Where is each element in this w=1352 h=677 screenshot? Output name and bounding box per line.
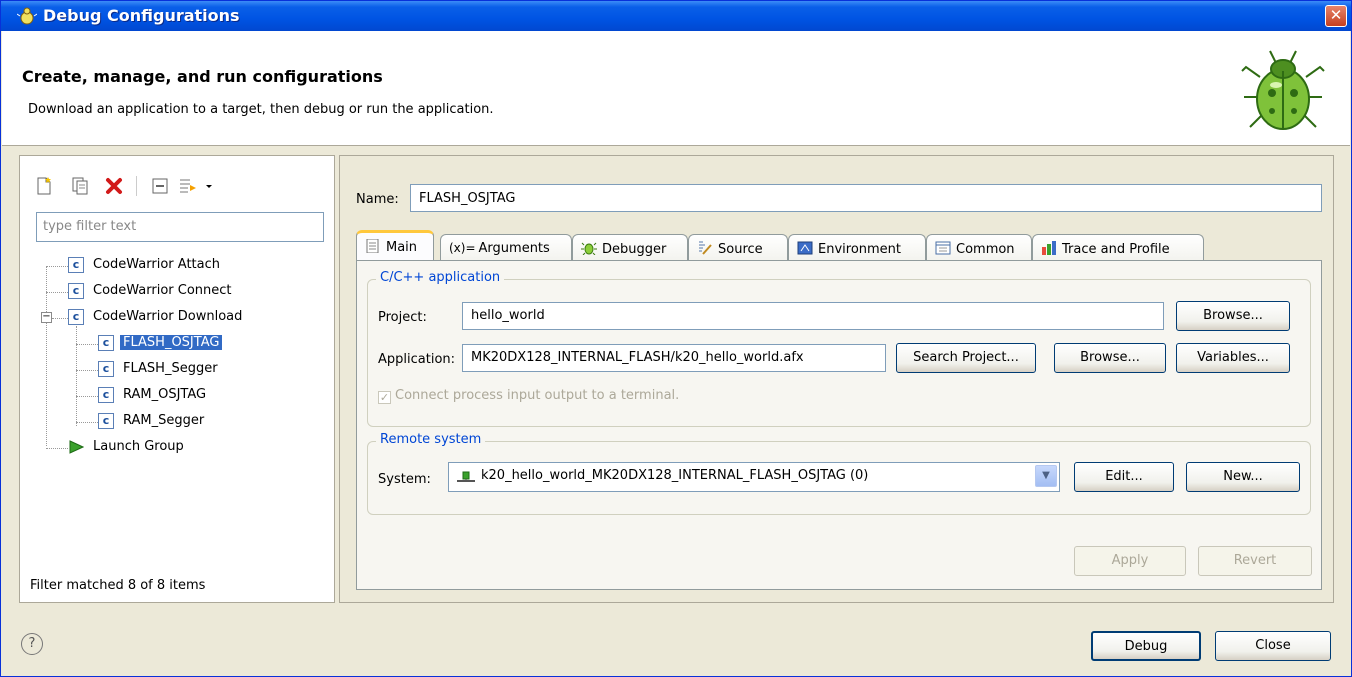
debug-button[interactable]: Debug — [1091, 631, 1201, 661]
tab-label: Arguments — [478, 241, 550, 256]
debugger-tab-icon — [581, 242, 597, 255]
header-subtitle: Download an application to a target, the… — [28, 102, 494, 117]
tab-debugger[interactable]: Debugger — [572, 234, 688, 261]
tab-label: Environment — [818, 242, 902, 257]
tree-connector — [76, 370, 98, 371]
c-cpp-application-group: C/C++ application Project: hello_world B… — [367, 270, 1311, 427]
name-input[interactable]: FLASH_OSJTAG — [410, 184, 1322, 212]
configuration-list-panel: type filter text c CodeWarrior Attach c … — [19, 155, 335, 603]
environment-tab-icon — [797, 241, 813, 255]
tree-connector — [46, 266, 68, 267]
c-configuration-icon: c — [68, 309, 84, 325]
c-configuration-icon: c — [68, 257, 84, 273]
application-label: Application: — [378, 352, 456, 367]
tree-connector — [46, 448, 68, 449]
main-tab-icon — [366, 239, 379, 253]
duplicate-icon[interactable] — [70, 176, 90, 196]
system-select[interactable]: k20_hello_world_MK20DX128_INTERNAL_FLASH… — [448, 462, 1060, 492]
tab-arguments[interactable]: (x)= Arguments — [440, 234, 572, 261]
debug-configurations-dialog: Debug Configurations ✕ Create, manage, a… — [0, 0, 1352, 677]
tree-item-label: CodeWarrior Attach — [93, 257, 220, 272]
variables-button[interactable]: Variables... — [1176, 343, 1290, 373]
project-label: Project: — [378, 310, 427, 325]
edit-button[interactable]: Edit... — [1074, 462, 1174, 492]
c-configuration-icon: c — [68, 283, 84, 299]
toolbar-separator — [136, 176, 137, 196]
remote-connection-icon — [457, 471, 475, 482]
tree-connector — [76, 396, 98, 397]
dropdown-chevron-down-icon[interactable]: ▼ — [1035, 465, 1057, 487]
apply-button[interactable]: Apply — [1074, 546, 1186, 576]
title-bar[interactable]: Debug Configurations ✕ — [1, 1, 1351, 31]
new-configuration-icon[interactable] — [34, 176, 54, 196]
dialog-header: Create, manage, and run configurations D… — [2, 31, 1350, 146]
close-button[interactable]: Close — [1215, 631, 1331, 661]
tree-item-label: FLASH_Segger — [123, 361, 218, 376]
project-field[interactable]: hello_world — [462, 302, 1164, 330]
view-menu-chevron-down-icon[interactable] — [204, 176, 214, 196]
tab-environment[interactable]: Environment — [788, 234, 926, 261]
project-browse-button[interactable]: Browse... — [1176, 301, 1290, 331]
search-project-button[interactable]: Search Project... — [896, 343, 1036, 373]
application-browse-button[interactable]: Browse... — [1054, 343, 1166, 373]
tab-trace-and-profile[interactable]: Trace and Profile — [1032, 234, 1204, 261]
tab-common[interactable]: Common — [926, 234, 1032, 261]
system-value: k20_hello_world_MK20DX128_INTERNAL_FLASH… — [481, 468, 869, 483]
c-configuration-icon: c — [98, 387, 114, 403]
revert-button[interactable]: Revert — [1198, 546, 1312, 576]
new-button[interactable]: New... — [1186, 462, 1300, 492]
tree-item-label: Launch Group — [93, 439, 184, 454]
launch-group-icon — [69, 440, 84, 454]
connect-terminal-checkbox[interactable]: ✓ Connect process input output to a termi… — [378, 388, 679, 404]
tree-connector — [46, 292, 68, 293]
filter-status: Filter matched 8 of 8 items — [30, 578, 206, 593]
tab-label: Main — [386, 240, 418, 255]
collapse-all-icon[interactable] — [150, 176, 170, 196]
tree-connector — [76, 344, 98, 345]
c-configuration-icon: c — [98, 335, 114, 351]
tree-item-label: RAM_OSJTAG — [123, 387, 207, 402]
tree-connector — [76, 422, 98, 423]
tab-source[interactable]: Source — [688, 234, 788, 261]
tab-label: Common — [956, 242, 1015, 257]
c-configuration-icon: c — [98, 361, 114, 377]
name-label: Name: — [356, 192, 399, 207]
filter-configurations-icon[interactable] — [178, 176, 198, 196]
group-legend: Remote system — [376, 432, 486, 447]
tree-connector — [46, 266, 47, 446]
help-icon[interactable]: ? — [21, 633, 43, 655]
tab-label: Source — [718, 242, 763, 257]
group-legend: C/C++ application — [376, 270, 505, 285]
tab-label: Debugger — [602, 242, 667, 257]
arguments-tab-icon: (x)= — [449, 241, 476, 255]
system-label: System: — [378, 472, 431, 487]
tree-connector — [52, 318, 68, 319]
window-close-button[interactable]: ✕ — [1325, 5, 1347, 27]
collapse-toggle-icon[interactable]: − — [41, 312, 52, 323]
tree-item-label: FLASH_OSJTAG — [120, 335, 223, 350]
filter-input[interactable]: type filter text — [36, 212, 324, 242]
window-title: Debug Configurations — [43, 6, 240, 25]
delete-icon[interactable] — [104, 176, 124, 196]
tree-item-label: CodeWarrior Connect — [93, 283, 232, 298]
tab-main[interactable]: Main — [356, 230, 434, 262]
tree-item-label: RAM_Segger — [123, 413, 205, 428]
configuration-editor-panel: Name: FLASH_OSJTAG Main (x)= Arguments De… — [339, 155, 1334, 603]
tab-label: Trace and Profile — [1062, 242, 1170, 257]
config-toolbar — [20, 156, 334, 206]
common-tab-icon — [935, 241, 951, 255]
source-tab-icon — [699, 241, 712, 255]
remote-system-group: Remote system System: k20_hello_world_MK… — [367, 432, 1311, 515]
c-configuration-icon: c — [98, 413, 114, 429]
checkbox-checked-icon: ✓ — [378, 391, 391, 404]
trace-and-profile-tab-icon — [1042, 241, 1056, 255]
tree-item-label: CodeWarrior Download — [93, 309, 243, 324]
application-field[interactable]: MK20DX128_INTERNAL_FLASH/k20_hello_world… — [462, 344, 886, 372]
checkbox-label: Connect process input output to a termin… — [395, 388, 680, 403]
debug-bug-icon — [17, 7, 37, 25]
debug-banner-bug-icon — [1241, 50, 1325, 130]
header-title: Create, manage, and run configurations — [22, 67, 383, 86]
main-tab-content: C/C++ application Project: hello_world B… — [356, 260, 1322, 590]
tree-connector — [76, 326, 77, 426]
